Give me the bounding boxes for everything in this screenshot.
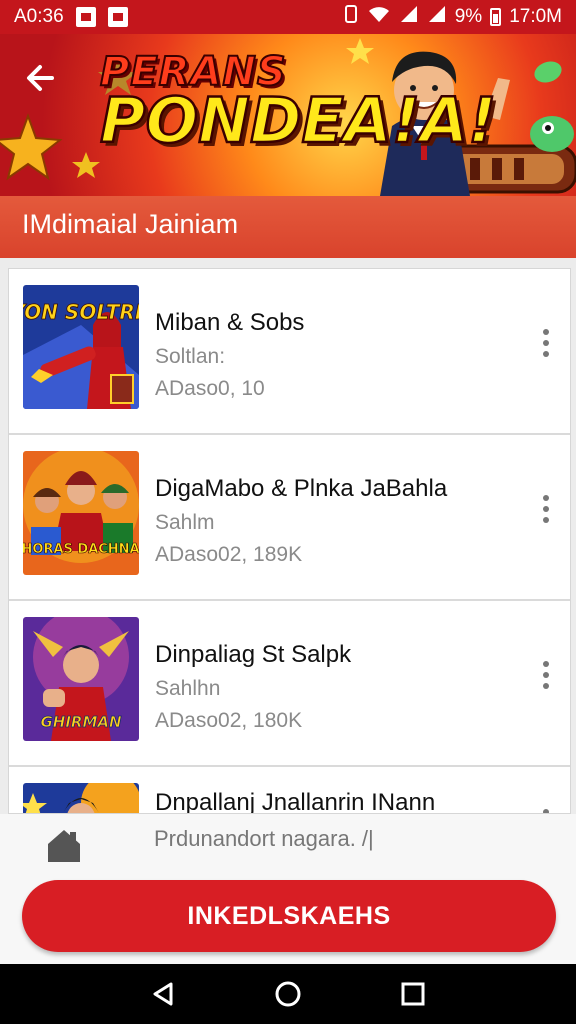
- more-vert-icon: [543, 661, 549, 667]
- thumbnail-caption: RHORAS DACHNAN: [23, 542, 139, 557]
- nav-home-button[interactable]: [268, 974, 308, 1014]
- thumbnail-caption: GHIRMAN: [40, 713, 122, 731]
- game-list: IYON SOLTRIN Miban & Sobs Soltlan: ADaso…: [8, 268, 571, 814]
- more-options-button[interactable]: [536, 803, 556, 813]
- bottom-sheet: Prdunandort nagara. /| INKEDLSKAEHS: [0, 814, 576, 964]
- item-meta: ADaso02, 180K: [155, 709, 303, 732]
- more-options-button[interactable]: [536, 323, 556, 363]
- more-options-button[interactable]: [536, 489, 556, 529]
- list-item[interactable]: GHIRMAN Dinpaliag St Salpk Sahlhn ADaso0…: [9, 601, 570, 767]
- game-thumbnail: GHIRMAN: [23, 617, 139, 741]
- item-title: DigaMabo & Plnka JaBahla: [155, 475, 448, 502]
- more-options-button[interactable]: [536, 655, 556, 695]
- nav-recents-button[interactable]: [393, 974, 433, 1014]
- nav-back-button[interactable]: [143, 974, 183, 1014]
- signal-icon: [399, 5, 419, 29]
- item-title: Miban & Sobs: [155, 309, 305, 336]
- item-subtitle: Sahlhn: [155, 677, 221, 700]
- back-button[interactable]: [18, 56, 62, 100]
- item-title: Dinpaliag St Salpk: [155, 641, 352, 668]
- hero-banner: PERANS PONDEA!A!: [0, 34, 576, 196]
- thumbnail-caption: IYON SOLTRIN: [23, 300, 139, 324]
- signal-icon-2: [427, 5, 447, 29]
- status-time-right: 17:0M: [509, 6, 562, 27]
- item-subtitle: Soltlan:: [155, 345, 226, 368]
- list-item[interactable]: RHORAS DACHNAN DigaMabo & Plnka JaBahla …: [9, 435, 570, 601]
- notification-icon-2: [107, 7, 128, 27]
- nav-home-icon: [275, 981, 301, 1007]
- wifi-icon: [367, 5, 391, 29]
- nav-back-icon: [153, 982, 173, 1006]
- bottom-caption: Prdunandort nagara. /|: [154, 826, 374, 851]
- item-meta: ADaso02, 189K: [155, 543, 303, 566]
- battery-icon: [490, 8, 502, 26]
- item-meta: ADaso0, 10: [155, 377, 265, 400]
- more-vert-icon: [543, 329, 549, 335]
- section-title: IMdimaial Jainiam: [0, 196, 576, 258]
- banner-title-line2: PONDEA!A!: [99, 84, 498, 157]
- back-arrow-icon: [27, 65, 54, 91]
- game-thumbnail: [23, 783, 139, 813]
- list-item[interactable]: Dnpallanj Jnallanrin INann: [9, 767, 570, 814]
- more-vert-icon: [543, 495, 549, 501]
- notification-icon: [75, 7, 96, 27]
- item-subtitle: Sahlm: [155, 511, 215, 534]
- banner-title: PERANS PONDEA!A!: [99, 51, 498, 157]
- vibrate-icon: [343, 4, 359, 30]
- primary-action-button[interactable]: INKEDLSKAEHS: [22, 880, 556, 952]
- nav-recents-icon: [401, 982, 425, 1006]
- list-item[interactable]: IYON SOLTRIN Miban & Sobs Soltlan: ADaso…: [9, 269, 570, 435]
- battery-percent: 9%: [454, 6, 483, 27]
- status-time-left: A0:36: [14, 6, 64, 27]
- status-bar: A0:36 9% 17:0M: [0, 0, 576, 34]
- game-thumbnail: RHORAS DACHNAN: [23, 451, 139, 575]
- item-title: Dnpallanj Jnallanrin INann: [155, 789, 436, 814]
- home-icon[interactable]: [44, 826, 84, 864]
- system-nav-bar: [0, 964, 576, 1024]
- game-thumbnail: IYON SOLTRIN: [23, 285, 139, 409]
